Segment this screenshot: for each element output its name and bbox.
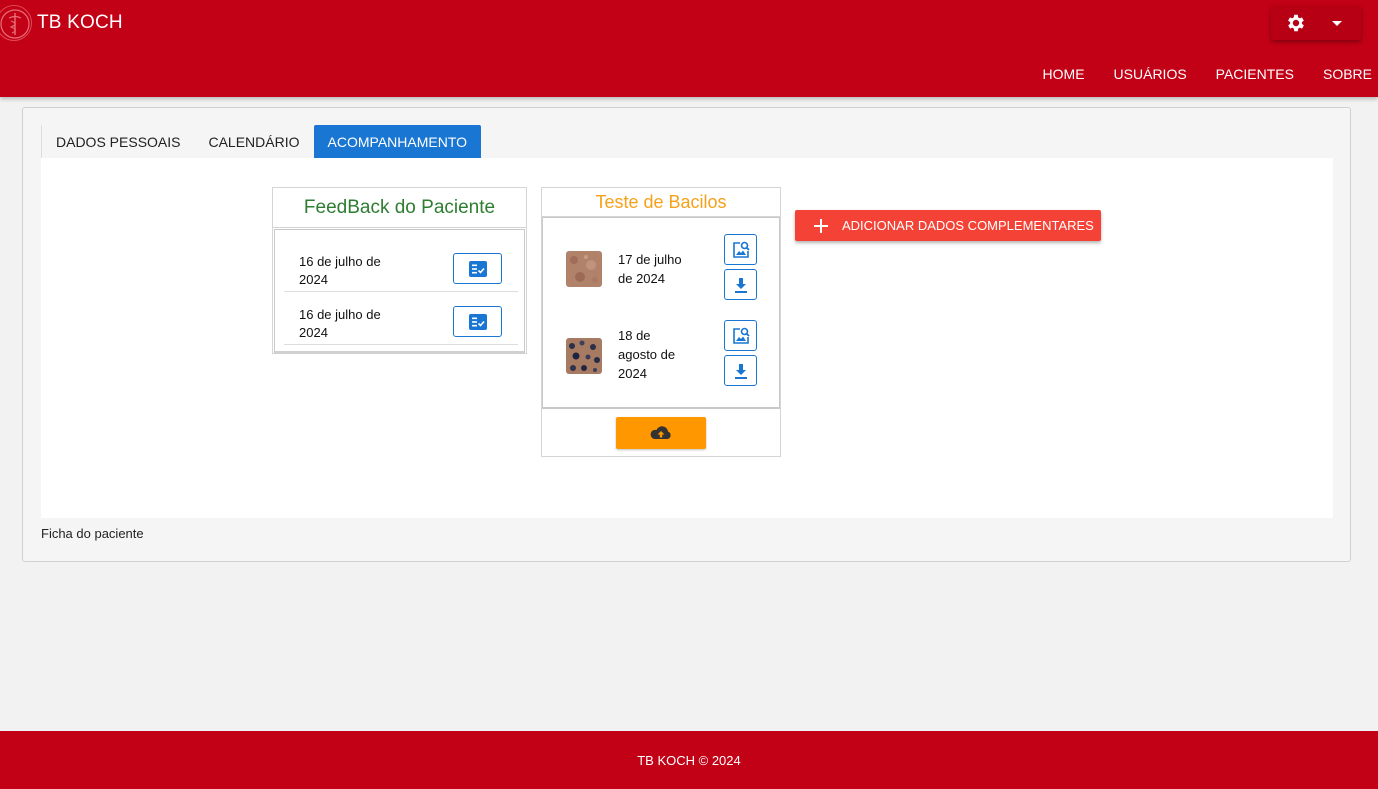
plus-icon [814,218,828,233]
checklist-icon [468,313,487,330]
sample-date: 17 de julho de 2024 [618,252,682,286]
tab-calendario[interactable]: CALENDÁRIO [194,125,314,158]
tab-panel-acompanhamento: FeedBack do Paciente 16 de julho de 2024 [41,158,1333,518]
patient-card: DADOS PESSOAIS CALENDÁRIO ACOMPANHAMENTO… [22,107,1351,562]
tab-acompanhamento[interactable]: ACOMPANHAMENTO [313,125,482,158]
feedback-title: FeedBack do Paciente [273,188,526,228]
add-button-label: ADICIONAR DADOS COMPLEMENTARES [842,218,1094,233]
nav-pacientes[interactable]: PACIENTES [1216,66,1294,82]
feedback-date: 16 de julho de 2024 [299,307,381,340]
tab-bar: DADOS PESSOAIS CALENDÁRIO ACOMPANHAMENTO [41,125,482,158]
chevron-down-icon [1332,21,1342,26]
view-feedback-button[interactable] [453,253,502,284]
top-app-bar: TB KOCH HOME USUÁRIOS PACIENTES SOBRE [0,0,1378,97]
sample-thumbnail[interactable] [566,251,602,287]
download-button[interactable] [724,355,757,386]
image-search-icon [732,241,750,258]
settings-menu-button[interactable] [1271,6,1361,40]
feedback-date: 16 de julho de 2024 [299,254,381,287]
bacilos-panel: Teste de Bacilos 17 de julho de 2024 18 … [541,187,781,457]
bacilos-list: 17 de julho de 2024 18 de agosto de 2024 [542,217,780,409]
app-title: TB KOCH [37,12,123,33]
footer-copyright: TB KOCH © 2024 [637,752,741,768]
upload-button[interactable] [616,417,706,449]
download-button[interactable] [724,269,757,300]
add-complementary-data-button[interactable]: ADICIONAR DADOS COMPLEMENTARES [795,210,1101,241]
view-feedback-button[interactable] [453,306,502,337]
view-image-button[interactable] [724,320,757,351]
list-item: 17 de julho de 2024 [543,227,779,307]
nav-home[interactable]: HOME [1043,66,1085,82]
list-item: 18 de agosto de 2024 [543,313,779,393]
list-item: 16 de julho de 2024 [284,239,518,292]
nav-usuarios[interactable]: USUÁRIOS [1114,66,1187,82]
caduceus-logo-icon [0,5,32,41]
download-icon [734,277,747,293]
feedback-list: 16 de julho de 2024 16 de julho de 2024 [274,229,525,354]
cloud-upload-icon [650,426,671,439]
sample-thumbnail[interactable] [566,338,602,374]
tab-dados-pessoais[interactable]: DADOS PESSOAIS [41,125,195,158]
image-search-icon [732,327,750,344]
page-footer: TB KOCH © 2024 [0,731,1378,789]
list-item: 16 de julho de 2024 [284,292,518,345]
card-footer-text: Ficha do paciente [41,526,144,541]
nav-sobre[interactable]: SOBRE [1323,66,1372,82]
sample-date: 18 de agosto de 2024 [618,328,676,381]
download-icon [734,363,747,379]
bacilos-title: Teste de Bacilos [542,188,780,217]
main-nav: HOME USUÁRIOS PACIENTES SOBRE [1014,66,1372,82]
checklist-icon [468,260,487,277]
feedback-panel: FeedBack do Paciente 16 de julho de 2024 [272,187,527,354]
view-image-button[interactable] [724,234,757,265]
gear-icon [1288,14,1304,32]
